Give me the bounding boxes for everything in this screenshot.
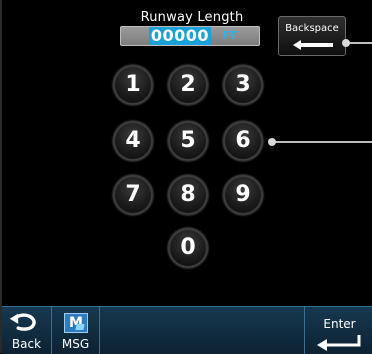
runway-length-field[interactable]: 00000 FT bbox=[120, 26, 260, 46]
key-2[interactable]: 2 bbox=[168, 65, 208, 105]
enter-button[interactable]: Enter bbox=[304, 307, 372, 354]
msg-button[interactable]: M MSG bbox=[52, 307, 100, 354]
msg-label: MSG bbox=[61, 337, 90, 351]
key-6[interactable]: 6 bbox=[223, 121, 263, 161]
enter-arrow-icon bbox=[317, 335, 361, 351]
key-9[interactable]: 9 bbox=[223, 175, 263, 215]
msg-icon: M bbox=[64, 313, 88, 333]
back-button[interactable]: Back bbox=[2, 307, 52, 354]
msg-icon-subshape bbox=[75, 324, 85, 330]
key-0[interactable]: 0 bbox=[168, 228, 208, 268]
key-7[interactable]: 7 bbox=[113, 175, 153, 215]
enter-label: Enter bbox=[323, 317, 356, 331]
back-label: Back bbox=[11, 337, 42, 351]
runway-length-value: 00000 bbox=[148, 26, 211, 45]
keypad-screen: Runway Length 00000 FT Backspace 1 2 3 4… bbox=[0, 0, 372, 354]
key-1[interactable]: 1 bbox=[113, 65, 153, 105]
callout-dot-keypad bbox=[268, 138, 276, 146]
key-4[interactable]: 4 bbox=[113, 121, 153, 161]
backspace-button[interactable]: Backspace bbox=[278, 16, 346, 56]
backspace-label: Backspace bbox=[285, 23, 339, 34]
callout-line-keypad bbox=[272, 141, 372, 143]
back-arrow-icon bbox=[9, 313, 36, 331]
bottom-softkey-bar: Back M MSG Enter bbox=[2, 306, 372, 354]
key-3[interactable]: 3 bbox=[223, 65, 263, 105]
backspace-arrow-icon bbox=[293, 40, 333, 50]
field-title: Runway Length bbox=[140, 10, 244, 25]
runway-length-unit: FT bbox=[221, 29, 237, 42]
callout-dot-backspace bbox=[342, 39, 350, 47]
key-8[interactable]: 8 bbox=[168, 175, 208, 215]
key-5[interactable]: 5 bbox=[168, 121, 208, 161]
